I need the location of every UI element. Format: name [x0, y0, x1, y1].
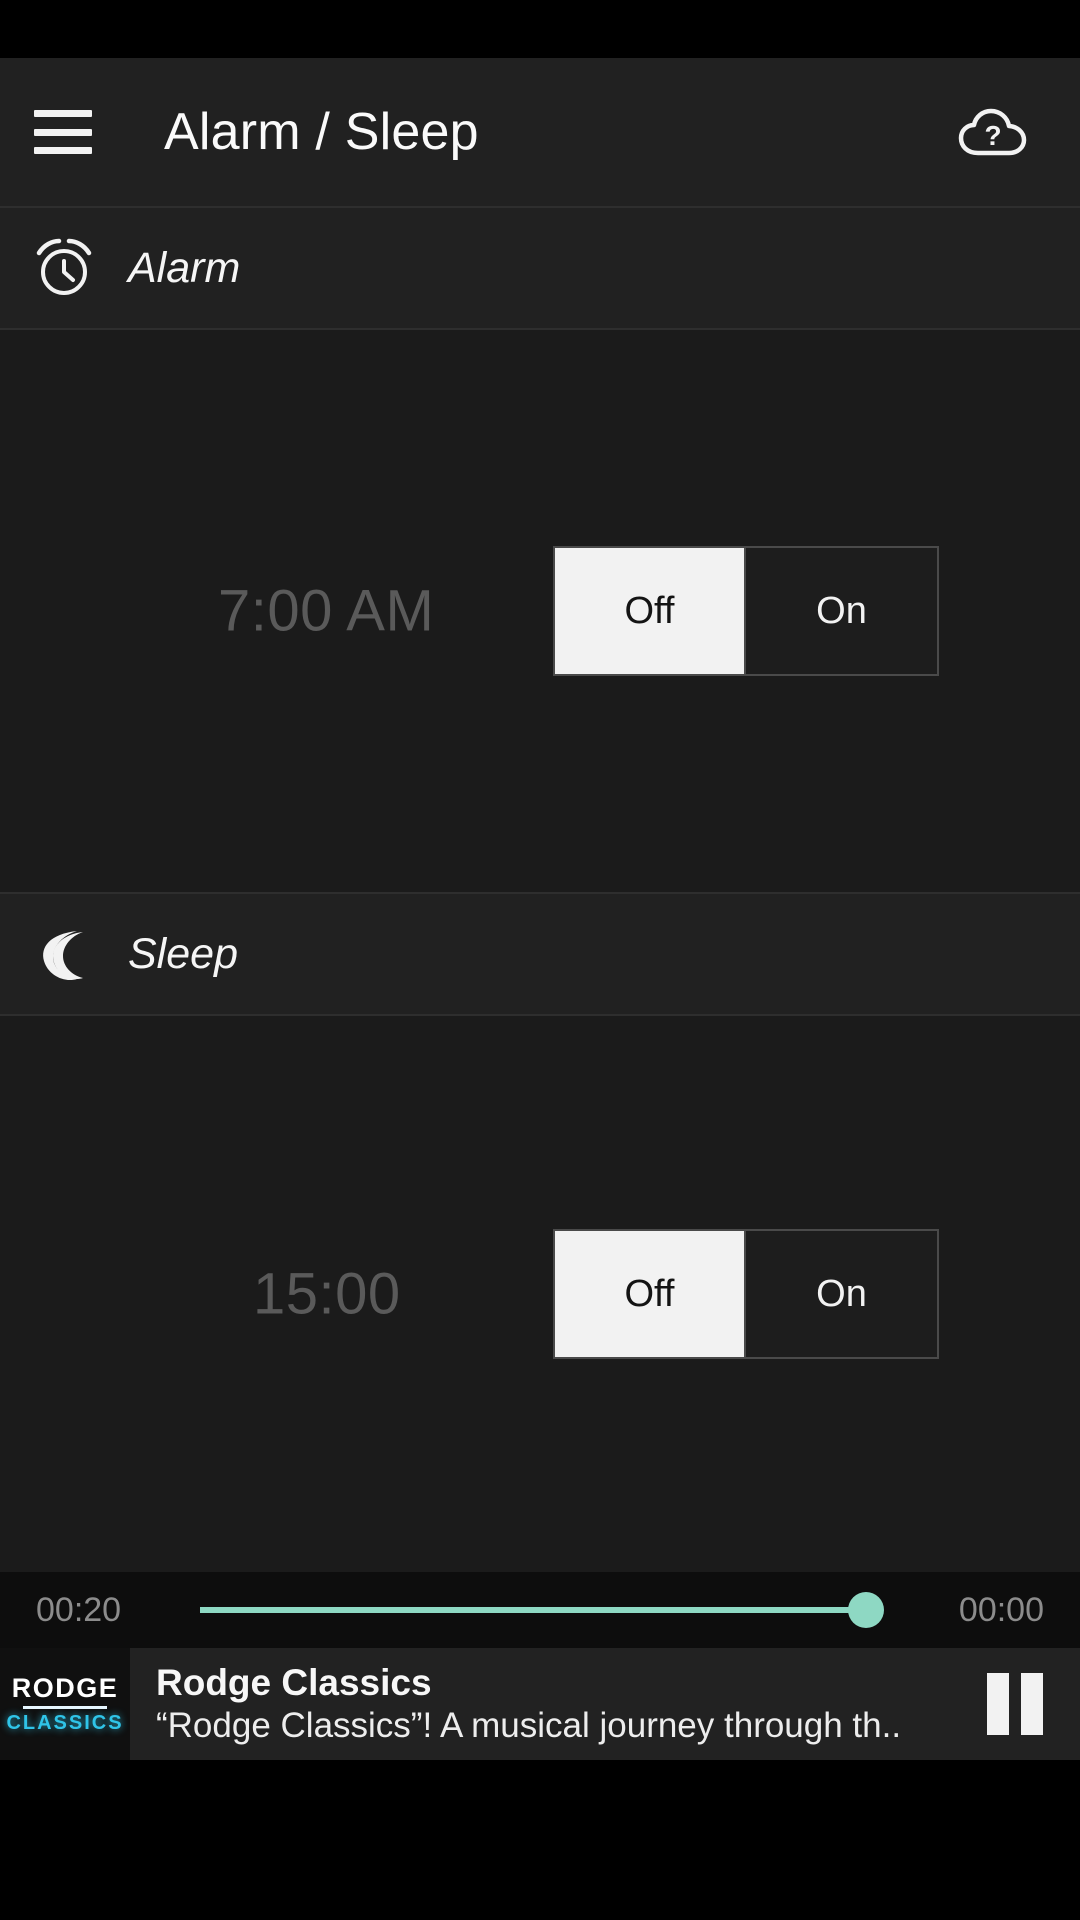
station-title: Rodge Classics	[156, 1661, 432, 1703]
now-playing-text: Rodge Classics “Rodge Classics”! A music…	[130, 1662, 950, 1747]
system-status-bar	[0, 0, 1080, 58]
alarm-toggle-group: Off On	[553, 546, 939, 676]
app-screen: Alarm / Sleep ? Alarm 7:00 AM Off On Sle…	[0, 0, 1080, 1920]
section-header-alarm: Alarm	[0, 206, 1080, 330]
album-artwork[interactable]: RODGE CLASSICS	[0, 1648, 130, 1760]
now-playing-bar[interactable]: RODGE CLASSICS Rodge Classics “Rodge Cla…	[0, 1648, 1080, 1760]
cloud-question-icon[interactable]: ?	[954, 92, 1034, 172]
page-title: Alarm / Sleep	[164, 103, 479, 161]
section-header-sleep: Sleep	[0, 892, 1080, 1016]
hamburger-menu-icon[interactable]	[34, 110, 92, 154]
sleep-toggle-off[interactable]: Off	[555, 1231, 746, 1357]
progress-slider[interactable]	[200, 1588, 885, 1632]
hamburger-line	[34, 110, 92, 117]
sleep-timer-value[interactable]: 15:00	[253, 1261, 401, 1328]
alarm-toggle-on[interactable]: On	[746, 548, 937, 674]
alarm-panel: 7:00 AM Off On	[0, 330, 1080, 892]
artwork-divider	[23, 1706, 107, 1709]
alarm-time-value[interactable]: 7:00 AM	[218, 578, 434, 645]
progress-fill	[200, 1607, 867, 1613]
elapsed-time: 00:20	[36, 1590, 122, 1629]
pause-bar-right	[1021, 1673, 1043, 1735]
sleep-toggle-on[interactable]: On	[746, 1231, 937, 1357]
pause-icon[interactable]	[950, 1648, 1080, 1760]
progress-thumb[interactable]	[848, 1592, 885, 1628]
playback-progress-row: 00:20 00:00	[0, 1572, 1080, 1648]
pause-bar-left	[987, 1673, 1009, 1735]
station-description: “Rodge Classics”! A musical journey thro…	[156, 1706, 902, 1746]
svg-text:?: ?	[984, 120, 1001, 151]
hamburger-line	[34, 147, 92, 154]
sleep-toggle-group: Off On	[553, 1229, 939, 1359]
hamburger-line	[34, 128, 92, 136]
artwork-line-1: RODGE	[11, 1673, 119, 1703]
system-navigation-area	[0, 1760, 1080, 1920]
alarm-toggle-off[interactable]: Off	[555, 548, 746, 674]
section-label-alarm: Alarm	[128, 243, 241, 292]
remaining-time: 00:00	[958, 1590, 1044, 1629]
artwork-line-2: CLASSICS	[6, 1712, 124, 1734]
crescent-moon-icon	[28, 918, 100, 990]
app-bar: Alarm / Sleep ?	[0, 58, 1080, 206]
alarm-clock-icon	[28, 232, 100, 304]
section-label-sleep: Sleep	[128, 929, 238, 978]
sleep-panel: 15:00 Off On	[0, 1016, 1080, 1572]
